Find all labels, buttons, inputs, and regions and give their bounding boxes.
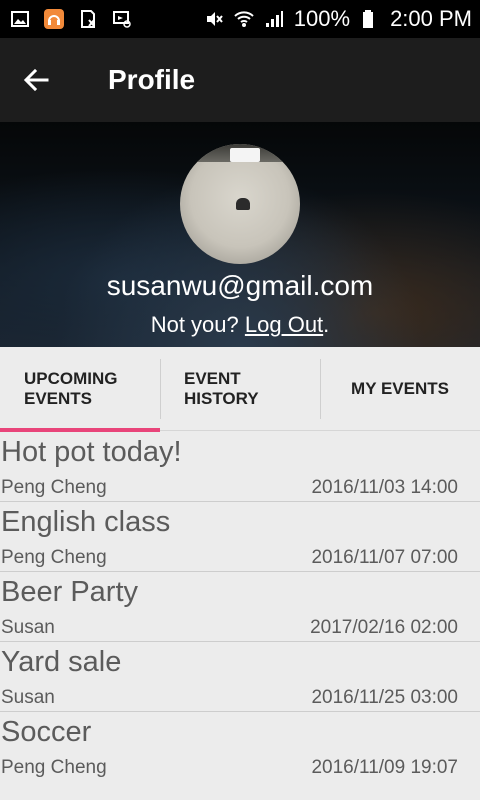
tab-label: EVENT HISTORY (184, 369, 259, 409)
mute-icon (204, 9, 224, 29)
status-right-icons: 100% 2:00 PM (204, 6, 472, 32)
event-date: 2016/11/03 14:00 (311, 477, 458, 498)
logout-period: . (323, 312, 330, 337)
list-item[interactable]: Beer Party Susan 2017/02/16 02:00 (0, 572, 480, 642)
event-host: Peng Cheng (1, 757, 107, 778)
event-title: Beer Party (1, 576, 138, 608)
avatar-photo-detail (230, 148, 260, 162)
tab-label-line: EVENTS (24, 389, 93, 408)
wifi-icon (234, 9, 254, 29)
event-host: Peng Cheng (1, 477, 107, 498)
back-button[interactable] (0, 38, 72, 122)
event-title: Soccer (1, 716, 92, 748)
tab-label-line: EVENT (184, 369, 241, 388)
signal-icon (264, 9, 284, 29)
tab-event-history[interactable]: EVENT HISTORY (160, 347, 320, 431)
sim-card-icon (78, 9, 98, 29)
event-title: Yard sale (1, 646, 122, 678)
event-date: 2017/02/16 02:00 (310, 617, 458, 638)
event-date: 2016/11/09 19:07 (311, 757, 458, 778)
list-item[interactable]: Hot pot today! Peng Cheng 2016/11/03 14:… (0, 432, 480, 502)
profile-header: susanwu@gmail.com Not you? Log Out. (0, 122, 480, 347)
tab-upcoming-events[interactable]: UPCOMING EVENTS (0, 347, 160, 432)
status-bar: 100% 2:00 PM (0, 0, 480, 38)
app-bar: Profile (0, 38, 480, 122)
battery-percent: 100% (293, 6, 351, 31)
event-host: Susan (1, 617, 55, 638)
tab-label: UPCOMING EVENTS (24, 369, 118, 409)
event-date: 2016/11/25 03:00 (311, 687, 458, 708)
status-left-icons (10, 9, 132, 29)
cast-icon (112, 9, 132, 29)
event-date: 2016/11/07 07:00 (311, 547, 458, 568)
list-item[interactable]: Soccer Peng Cheng 2016/11/09 19:07 (0, 712, 480, 782)
tab-label: MY EVENTS (351, 379, 449, 398)
tab-my-events[interactable]: MY EVENTS (320, 347, 480, 431)
event-host: Peng Cheng (1, 547, 107, 568)
logout-line: Not you? Log Out. (0, 312, 480, 338)
page-title: Profile (108, 64, 196, 95)
list-item[interactable]: Yard sale Susan 2016/11/25 03:00 (0, 642, 480, 712)
event-host: Susan (1, 687, 55, 708)
clock: 2:00 PM (390, 6, 472, 31)
tab-label-line: HISTORY (184, 389, 259, 408)
avatar[interactable] (180, 144, 300, 264)
tab-label-line: UPCOMING (24, 369, 118, 388)
headphones-app-icon (44, 9, 64, 29)
event-list: Hot pot today! Peng Cheng 2016/11/03 14:… (0, 432, 480, 782)
event-tabs: UPCOMING EVENTS EVENT HISTORY MY EVENTS (0, 347, 480, 432)
battery-icon (360, 9, 380, 29)
arrow-back-icon (23, 68, 49, 92)
avatar-photo-detail (236, 198, 250, 210)
logout-link[interactable]: Log Out (245, 312, 323, 337)
image-icon (10, 9, 30, 29)
user-email: susanwu@gmail.com (106, 270, 374, 301)
not-you-text: Not you? (150, 312, 239, 337)
event-title: English class (1, 506, 171, 538)
event-title: Hot pot today! (1, 436, 182, 468)
list-item[interactable]: English class Peng Cheng 2016/11/07 07:0… (0, 502, 480, 572)
